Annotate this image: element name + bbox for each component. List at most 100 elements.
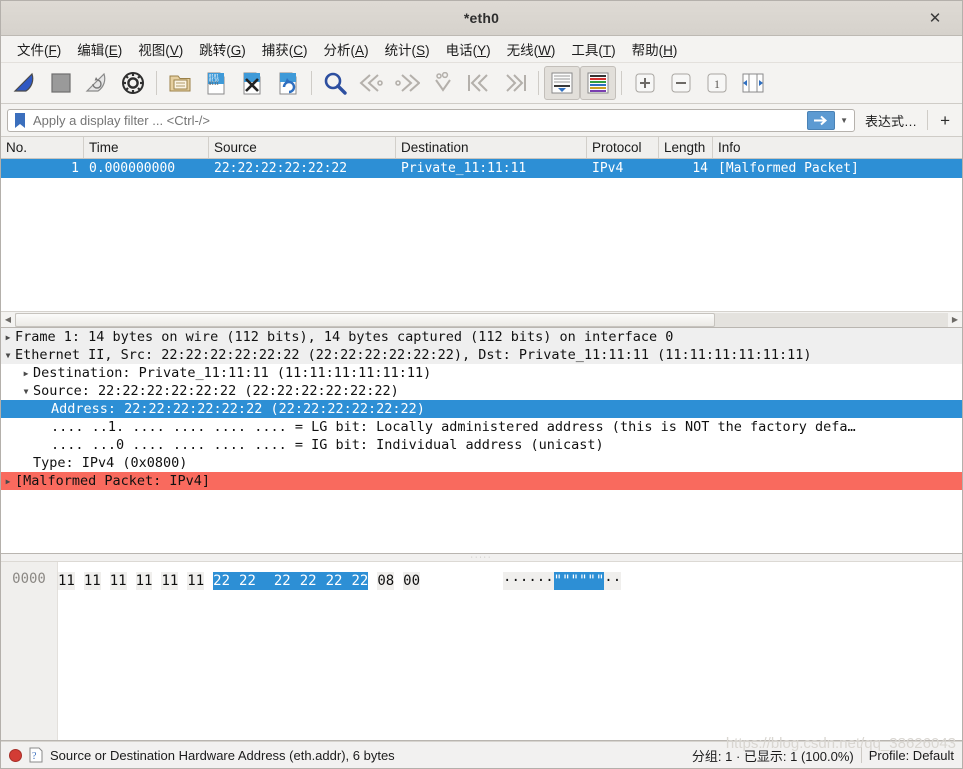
chevron-down-icon[interactable]: ▼ <box>19 387 33 396</box>
capture-stopped-icon[interactable] <box>9 748 22 762</box>
stop-capture-icon[interactable] <box>43 66 79 100</box>
hex-ascii-char: · <box>612 572 622 590</box>
hex-byte-gap <box>342 572 352 590</box>
display-filter-input[interactable] <box>31 109 808 131</box>
detail-tree-row[interactable]: ▶ Destination: Private_11:11:11 (11:11:11… <box>1 364 962 382</box>
hex-line[interactable]: 11 11 11 11 11 11 22 22 22 22 22 22 08 0… <box>58 571 962 591</box>
detail-tree-row[interactable]: ▶ Frame 1: 14 bytes on wire (112 bits), 1… <box>1 328 962 346</box>
chevron-down-icon[interactable]: ▼ <box>1 351 15 360</box>
hex-byte[interactable]: 11 <box>161 572 179 590</box>
add-filter-button[interactable]: + <box>934 112 956 129</box>
detail-tree-row[interactable]: Type: IPv4 (0x0800) <box>1 454 962 472</box>
packet-list-hscrollbar[interactable]: ◀ ▶ <box>1 311 962 327</box>
capture-options-icon[interactable] <box>115 66 151 100</box>
find-packet-icon[interactable] <box>317 66 353 100</box>
scroll-left-icon[interactable]: ◀ <box>1 313 15 327</box>
hex-bytes-column[interactable]: 11 11 11 11 11 11 22 22 22 22 22 22 08 0… <box>58 562 962 740</box>
restart-capture-icon[interactable] <box>79 66 115 100</box>
zoom-in-icon[interactable] <box>627 66 663 100</box>
bookmark-icon[interactable] <box>13 112 27 129</box>
column-header-no[interactable]: No. <box>1 137 84 158</box>
hscroll-thumb[interactable] <box>15 312 715 327</box>
hex-byte[interactable]: 22 <box>273 572 291 590</box>
detail-tree-row[interactable]: ▼ Source: 22:22:22:22:22:22 (22:22:22:22:… <box>1 382 962 400</box>
filter-history-chevron-down-icon[interactable]: ▼ <box>837 116 851 125</box>
hex-byte[interactable]: 11 <box>187 572 205 590</box>
go-first-packet-icon[interactable] <box>461 66 497 100</box>
menu-item-4[interactable]: 跳转(G) <box>191 37 254 61</box>
detail-tree-label: Type: IPv4 (0x0800) <box>33 455 188 471</box>
close-icon[interactable]: ✕ <box>918 1 952 35</box>
menu-item-3[interactable]: 视图(V) <box>130 37 191 61</box>
reload-file-icon[interactable] <box>270 66 306 100</box>
packet-list-row[interactable]: 1 0.000000000 22:22:22:22:22:22 Private_11:… <box>1 159 962 178</box>
detail-tree-row[interactable]: .... ...0 .... .... .... .... = IG bit: … <box>1 436 962 454</box>
menu-item-10[interactable]: 工具(T) <box>563 37 623 61</box>
detail-tree-label: .... ..1. .... .... .... .... = LG bit: … <box>51 419 856 435</box>
colorize-icon[interactable] <box>580 66 616 100</box>
hex-ascii-char: · <box>545 572 554 590</box>
menu-item-8[interactable]: 电话(Y) <box>438 37 499 61</box>
hscroll-track[interactable] <box>15 312 948 327</box>
main-toolbar: 0101 0110 0111 1 <box>1 63 962 104</box>
apply-filter-icon[interactable] <box>807 110 836 130</box>
hex-byte[interactable]: 22 <box>325 572 343 590</box>
hex-byte[interactable]: 11 <box>83 572 101 590</box>
menu-item-2[interactable]: 编辑(E) <box>69 37 130 61</box>
go-to-packet-icon[interactable] <box>425 66 461 100</box>
resize-columns-icon[interactable] <box>735 66 771 100</box>
hex-byte[interactable]: 11 <box>135 572 153 590</box>
detail-tree-row[interactable]: .... ..1. .... .... .... .... = LG bit: … <box>1 418 962 436</box>
go-last-packet-icon[interactable] <box>497 66 533 100</box>
hex-dump[interactable]: 0000 11 11 11 11 11 11 22 22 22 22 22 22… <box>1 562 962 740</box>
hex-byte[interactable]: 08 <box>377 572 395 590</box>
menu-item-11[interactable]: 帮助(H) <box>624 37 686 61</box>
scroll-right-icon[interactable]: ▶ <box>948 313 962 327</box>
hex-byte[interactable]: 22 <box>213 572 231 590</box>
filter-expression-button[interactable]: 表达式… <box>861 111 921 130</box>
hex-byte[interactable]: 22 <box>351 572 369 590</box>
hex-byte[interactable]: 22 <box>299 572 317 590</box>
display-filter-box[interactable]: ▼ <box>7 108 856 132</box>
start-capture-icon[interactable] <box>7 66 43 100</box>
packet-detail-pane[interactable]: ▶ Frame 1: 14 bytes on wire (112 bits), 1… <box>1 328 962 554</box>
pane-splitter-grip[interactable]: ····· <box>1 554 962 562</box>
zoom-reset-icon[interactable]: 1 <box>699 66 735 100</box>
menu-item-7[interactable]: 统计(S) <box>377 37 438 61</box>
chevron-right-icon[interactable]: ▶ <box>19 369 33 378</box>
hex-byte[interactable]: 22 <box>239 572 256 590</box>
hex-byte[interactable]: 11 <box>109 572 127 590</box>
hex-byte-gap <box>178 573 187 589</box>
capture-comment-icon[interactable]: ? <box>29 747 43 763</box>
menu-item-1[interactable]: 文件(F) <box>9 37 69 61</box>
zoom-out-icon[interactable] <box>663 66 699 100</box>
auto-scroll-icon[interactable] <box>544 66 580 100</box>
packet-cell-info: [Malformed Packet] <box>718 161 859 176</box>
go-forward-icon[interactable] <box>389 66 425 100</box>
detail-tree-row[interactable]: ▶ [Malformed Packet: IPv4] <box>1 472 962 490</box>
hex-byte[interactable]: 00 <box>403 572 421 590</box>
chevron-right-icon[interactable]: ▶ <box>1 477 15 486</box>
close-file-icon[interactable] <box>234 66 270 100</box>
packet-cell-length: 14 <box>692 161 708 176</box>
status-profile[interactable]: Profile: Default <box>869 748 954 763</box>
menu-item-6[interactable]: 分析(A) <box>316 37 377 61</box>
column-header-protocol[interactable]: Protocol <box>587 137 659 158</box>
go-back-icon[interactable] <box>353 66 389 100</box>
open-file-icon[interactable] <box>162 66 198 100</box>
chevron-right-icon[interactable]: ▶ <box>1 333 15 342</box>
column-header-destination[interactable]: Destination <box>396 137 587 158</box>
hex-byte[interactable]: 11 <box>58 572 75 590</box>
packet-cell-destination: Private_11:11:11 <box>401 161 527 176</box>
menu-item-5[interactable]: 捕获(C) <box>254 37 316 61</box>
packet-list-header: No. Time Source Destination Protocol Length In… <box>1 137 962 159</box>
column-header-info[interactable]: Info <box>713 137 962 158</box>
column-header-length[interactable]: Length <box>659 137 713 158</box>
hex-ascii-group[interactable]: · · · · · · " " " " " " · · <box>503 572 622 590</box>
detail-tree-row[interactable]: ▼ Ethernet II, Src: 22:22:22:22:22:22 (22… <box>1 346 962 364</box>
save-file-icon[interactable]: 0101 0110 0111 <box>198 66 234 100</box>
detail-tree-row[interactable]: Address: 22:22:22:22:22:22 (22:22:22:22:… <box>1 400 962 418</box>
menu-item-9[interactable]: 无线(W) <box>499 37 564 61</box>
column-header-time[interactable]: Time <box>84 137 209 158</box>
column-header-source[interactable]: Source <box>209 137 396 158</box>
